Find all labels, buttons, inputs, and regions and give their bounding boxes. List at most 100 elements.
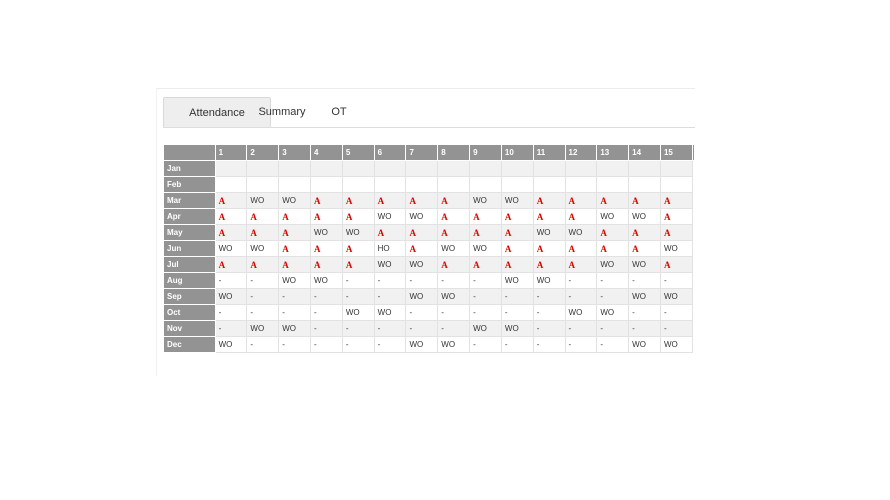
attendance-cell[interactable]: A	[278, 224, 312, 241]
attendance-cell[interactable]	[246, 160, 280, 177]
attendance-cell[interactable]: -	[405, 272, 439, 289]
attendance-cell[interactable]: -	[214, 320, 248, 337]
attendance-cell[interactable]: WO	[469, 192, 502, 209]
attendance-cell[interactable]: -	[373, 288, 407, 305]
attendance-cell[interactable]: WO	[214, 288, 248, 305]
attendance-cell[interactable]	[405, 160, 439, 177]
attendance-cell[interactable]	[532, 160, 566, 177]
attendance-cell[interactable]	[659, 176, 693, 193]
attendance-cell[interactable]: A	[405, 240, 439, 257]
attendance-cell[interactable]: WO	[596, 256, 630, 273]
attendance-cell[interactable]: WO	[278, 320, 312, 337]
attendance-cell[interactable]	[564, 176, 598, 193]
attendance-cell[interactable]: -	[278, 336, 312, 353]
attendance-cell[interactable]: A	[532, 256, 566, 273]
attendance-cell[interactable]: -	[437, 272, 471, 289]
attendance-cell[interactable]	[628, 160, 661, 177]
attendance-cell[interactable]	[310, 176, 343, 193]
attendance-cell[interactable]: WO	[373, 256, 407, 273]
attendance-cell[interactable]: -	[500, 304, 534, 321]
attendance-cell[interactable]: A	[659, 256, 693, 273]
attendance-cell[interactable]: -	[278, 288, 312, 305]
attendance-cell[interactable]	[469, 176, 502, 193]
attendance-cell[interactable]: -	[310, 304, 343, 321]
attendance-cell[interactable]: -	[469, 304, 502, 321]
attendance-cell[interactable]: WO	[469, 320, 502, 337]
attendance-cell[interactable]: -	[564, 336, 598, 353]
attendance-cell[interactable]: WO	[469, 240, 502, 257]
attendance-cell[interactable]: A	[373, 192, 407, 209]
attendance-cell[interactable]: WO	[310, 272, 343, 289]
attendance-cell[interactable]: A	[564, 240, 598, 257]
attendance-cell[interactable]: WO	[373, 208, 407, 225]
attendance-cell[interactable]: A	[659, 208, 693, 225]
attendance-cell[interactable]: -	[532, 288, 566, 305]
attendance-cell[interactable]: A	[469, 256, 502, 273]
attendance-cell[interactable]: WO	[659, 288, 693, 305]
attendance-cell[interactable]: WO	[246, 192, 280, 209]
attendance-cell[interactable]: WO	[564, 304, 598, 321]
attendance-cell[interactable]: WO	[500, 320, 534, 337]
attendance-cell[interactable]: WO	[405, 208, 439, 225]
attendance-cell[interactable]: A	[469, 208, 502, 225]
attendance-cell[interactable]: A	[659, 224, 693, 241]
attendance-cell[interactable]: A	[596, 192, 630, 209]
attendance-cell[interactable]: -	[659, 304, 693, 321]
attendance-cell[interactable]: -	[596, 288, 630, 305]
attendance-cell[interactable]: WO	[532, 224, 566, 241]
attendance-cell[interactable]: A	[437, 192, 471, 209]
attendance-cell[interactable]: A	[341, 208, 375, 225]
attendance-cell[interactable]: A	[437, 256, 471, 273]
attendance-cell[interactable]: -	[659, 272, 693, 289]
attendance-cell[interactable]	[373, 160, 407, 177]
attendance-cell[interactable]: A	[341, 240, 375, 257]
attendance-cell[interactable]: WO	[341, 224, 375, 241]
attendance-cell[interactable]: A	[341, 192, 375, 209]
attendance-cell[interactable]: -	[532, 336, 566, 353]
attendance-cell[interactable]: A	[500, 256, 534, 273]
attendance-cell[interactable]: A	[500, 224, 534, 241]
attendance-cell[interactable]: -	[500, 288, 534, 305]
attendance-cell[interactable]	[500, 176, 534, 193]
attendance-cell[interactable]: A	[564, 256, 598, 273]
attendance-cell[interactable]: A	[628, 240, 661, 257]
attendance-cell[interactable]: A	[214, 256, 248, 273]
attendance-cell[interactable]	[596, 176, 630, 193]
attendance-cell[interactable]: A	[214, 224, 248, 241]
attendance-cell[interactable]: A	[278, 208, 312, 225]
attendance-cell[interactable]	[405, 176, 439, 193]
attendance-cell[interactable]	[246, 176, 280, 193]
attendance-cell[interactable]: WO	[437, 240, 471, 257]
attendance-cell[interactable]: A	[596, 240, 630, 257]
attendance-cell[interactable]: -	[469, 272, 502, 289]
attendance-cell[interactable]: A	[214, 208, 248, 225]
attendance-cell[interactable]: -	[469, 336, 502, 353]
attendance-cell[interactable]: -	[341, 336, 375, 353]
attendance-cell[interactable]: WO	[405, 336, 439, 353]
attendance-cell[interactable]: WO	[500, 192, 534, 209]
attendance-cell[interactable]	[564, 160, 598, 177]
attendance-cell[interactable]: WO	[659, 240, 693, 257]
attendance-cell[interactable]: A	[405, 224, 439, 241]
attendance-cell[interactable]: -	[405, 320, 439, 337]
attendance-cell[interactable]: -	[341, 320, 375, 337]
attendance-cell[interactable]	[278, 176, 312, 193]
attendance-cell[interactable]: HO	[373, 240, 407, 257]
attendance-cell[interactable]: -	[373, 336, 407, 353]
attendance-cell[interactable]: A	[628, 224, 661, 241]
attendance-cell[interactable]: -	[437, 304, 471, 321]
attendance-cell[interactable]: -	[310, 336, 343, 353]
attendance-cell[interactable]: -	[310, 320, 343, 337]
attendance-cell[interactable]: -	[341, 272, 375, 289]
attendance-cell[interactable]: -	[659, 320, 693, 337]
tab-summary[interactable]: Summary	[249, 97, 315, 127]
attendance-cell[interactable]: WO	[214, 240, 248, 257]
attendance-cell[interactable]: A	[500, 240, 534, 257]
attendance-cell[interactable]: -	[628, 320, 661, 337]
attendance-cell[interactable]: A	[405, 192, 439, 209]
attendance-cell[interactable]: -	[310, 288, 343, 305]
attendance-cell[interactable]: WO	[437, 288, 471, 305]
attendance-cell[interactable]: A	[437, 208, 471, 225]
attendance-cell[interactable]: WO	[628, 256, 661, 273]
attendance-cell[interactable]: A	[532, 240, 566, 257]
